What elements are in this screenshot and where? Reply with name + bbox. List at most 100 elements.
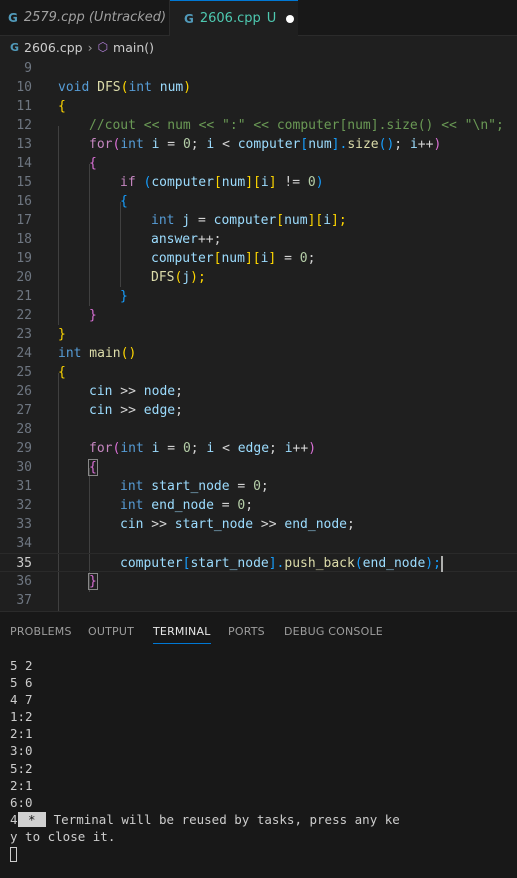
token: int bbox=[120, 441, 144, 456]
breadcrumb-file[interactable]: 2606.cpp bbox=[24, 40, 83, 55]
line-number: 32 bbox=[16, 498, 32, 513]
code-line: 14 { bbox=[0, 154, 517, 173]
code-line: 11 { bbox=[0, 97, 517, 116]
breadcrumb: G 2606.cpp › ⬡ main() bbox=[0, 36, 517, 58]
token: i bbox=[143, 137, 160, 152]
token: start_node bbox=[190, 556, 269, 571]
line-number: 30 bbox=[16, 460, 32, 475]
token: ; bbox=[190, 137, 207, 152]
breadcrumb-symbol[interactable]: main() bbox=[113, 40, 154, 55]
token: for bbox=[89, 137, 113, 152]
token: answer bbox=[151, 232, 198, 247]
terminal-output[interactable]: 5 25 64 7 1:2 2:1 3:0 5:2 2:1 6:0 4 * Terminal … bbox=[10, 657, 400, 863]
token: num bbox=[308, 137, 332, 152]
token: i bbox=[323, 213, 332, 228]
code-line: 17 int j = computer[num][i]; bbox=[0, 211, 517, 230]
token: computer bbox=[237, 137, 301, 152]
token: [ bbox=[276, 213, 285, 228]
terminal-line: 3:0 bbox=[10, 743, 33, 759]
code-editor[interactable]: 9 10 void DFS (int num) 11 { 12 //cout << nu… bbox=[0, 58, 517, 611]
line-number: 21 bbox=[16, 289, 32, 304]
token: { bbox=[58, 99, 66, 114]
code-line: 10 void DFS(int num) bbox=[0, 78, 517, 97]
token: < bbox=[214, 137, 238, 152]
line-number: 33 bbox=[16, 517, 32, 532]
terminal-line: 5:2 bbox=[10, 760, 33, 776]
token: ++ bbox=[417, 137, 434, 152]
token: { bbox=[88, 459, 98, 476]
token: 0 bbox=[182, 441, 191, 456]
terminal-line: 5 2 bbox=[10, 658, 33, 673]
line-number: 34 bbox=[16, 536, 32, 551]
tab-output[interactable]: OUTPUT bbox=[88, 625, 134, 638]
code-line: 22} bbox=[0, 306, 517, 325]
token: num bbox=[151, 80, 184, 95]
code-line: 33 cin >> start_node >> end_node; bbox=[0, 515, 517, 534]
token: edge bbox=[237, 441, 270, 456]
line-number: 23 bbox=[16, 327, 32, 342]
tab-debug-console[interactable]: DEBUG CONSOLE bbox=[284, 625, 383, 638]
code-line: 26 cin >> node; bbox=[0, 382, 517, 401]
line-number: 10 bbox=[16, 80, 32, 95]
tab-terminal[interactable]: TERMINAL bbox=[153, 625, 211, 644]
terminal-line: 4 * Terminal will be reused by tasks, pr… bbox=[10, 811, 400, 828]
untracked-status-badge: U bbox=[266, 11, 277, 26]
token: ( bbox=[354, 556, 363, 571]
terminal-cursor bbox=[10, 847, 17, 863]
cpp-file-icon: G bbox=[8, 10, 18, 25]
line-number: 14 bbox=[16, 156, 32, 171]
unsaved-dot-icon[interactable] bbox=[286, 14, 295, 23]
token: end_node bbox=[362, 556, 426, 571]
token: { bbox=[58, 365, 66, 380]
tab-label: 2579.cpp (Untracked) bbox=[23, 10, 167, 25]
tab-ports[interactable]: PORTS bbox=[228, 625, 265, 638]
token: j bbox=[174, 213, 191, 228]
token: [ bbox=[213, 175, 222, 190]
terminal-line: y to close it. bbox=[10, 828, 116, 844]
code-line: 19 computer[num][i] = 0; bbox=[0, 249, 517, 268]
terminal-line: 5 6 bbox=[10, 675, 33, 691]
tab-problems[interactable]: PROBLEMS bbox=[10, 625, 72, 638]
code-line: 30 { bbox=[0, 458, 517, 477]
token: int bbox=[120, 137, 144, 152]
token: num bbox=[284, 213, 308, 228]
token: int bbox=[128, 80, 152, 95]
token: ; bbox=[245, 498, 254, 513]
token: ; bbox=[175, 403, 183, 418]
token: ( bbox=[135, 175, 152, 190]
token: ][ bbox=[307, 213, 324, 228]
token: = bbox=[213, 498, 238, 513]
token: ]; bbox=[331, 213, 347, 228]
tab-2579-cpp[interactable]: G 2579.cpp (Untracked) bbox=[0, 0, 170, 35]
code-line: 18 answer++; bbox=[0, 230, 517, 249]
token: start_node bbox=[143, 479, 230, 494]
token: num bbox=[221, 175, 246, 190]
text-cursor bbox=[440, 555, 443, 572]
token: size bbox=[347, 137, 379, 152]
token: ; bbox=[269, 441, 285, 456]
token: i bbox=[409, 137, 418, 152]
token: ; bbox=[307, 251, 316, 266]
terminal-line: 6:0 bbox=[10, 794, 33, 810]
tab-2606-cpp[interactable]: G 2606.cpp U bbox=[170, 0, 298, 36]
line-number: 31 bbox=[16, 479, 32, 494]
token: ; bbox=[190, 441, 207, 456]
token: j bbox=[182, 270, 191, 285]
token: () bbox=[378, 137, 395, 152]
token: >> bbox=[112, 384, 144, 399]
token: num bbox=[221, 251, 245, 266]
token: } bbox=[88, 573, 98, 590]
terminal-text: Terminal will be reused by tasks, press … bbox=[46, 811, 400, 827]
token: 0 bbox=[299, 251, 308, 266]
cpp-file-icon: G bbox=[10, 40, 20, 54]
panel-tabs: PROBLEMS OUTPUT TERMINAL PORTS DEBUG CON… bbox=[0, 612, 517, 647]
token: DFS bbox=[151, 270, 175, 285]
bottom-panel: PROBLEMS OUTPUT TERMINAL PORTS DEBUG CON… bbox=[0, 611, 517, 878]
token: ; bbox=[347, 517, 355, 532]
token: ]. bbox=[331, 137, 348, 152]
cpp-file-icon: G bbox=[184, 11, 194, 26]
token: node bbox=[143, 384, 176, 399]
token: computer bbox=[151, 175, 214, 190]
line-number: 28 bbox=[16, 422, 32, 437]
line-number: 35 bbox=[16, 556, 32, 571]
